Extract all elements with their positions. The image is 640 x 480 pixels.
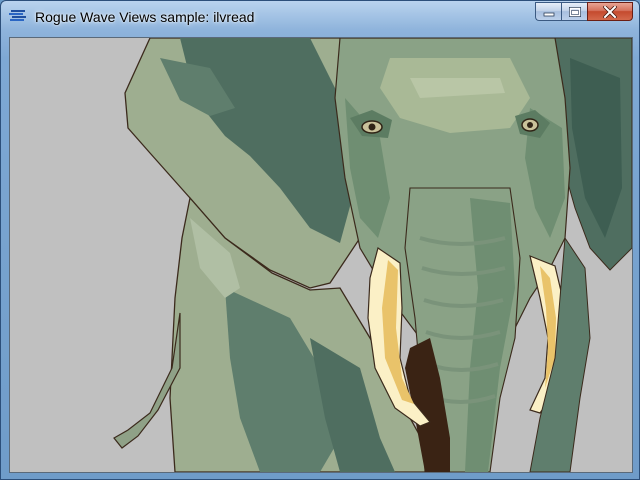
elephant-image [113, 38, 632, 472]
app-icon [9, 10, 26, 21]
minimize-icon [543, 12, 554, 16]
ilvread-view-canvas[interactable] [9, 37, 633, 473]
minimize-button[interactable] [535, 2, 561, 21]
title-bar[interactable]: Rogue Wave Views sample: ilvread [1, 1, 639, 31]
window-title: Rogue Wave Views sample: ilvread [35, 9, 255, 25]
caption-buttons [535, 2, 633, 22]
close-icon [603, 5, 617, 18]
maximize-button[interactable] [561, 2, 587, 21]
app-window: Rogue Wave Views sample: ilvread [0, 0, 640, 480]
close-button[interactable] [587, 2, 633, 21]
elephant-tail [113, 312, 181, 449]
maximize-icon [568, 6, 581, 17]
